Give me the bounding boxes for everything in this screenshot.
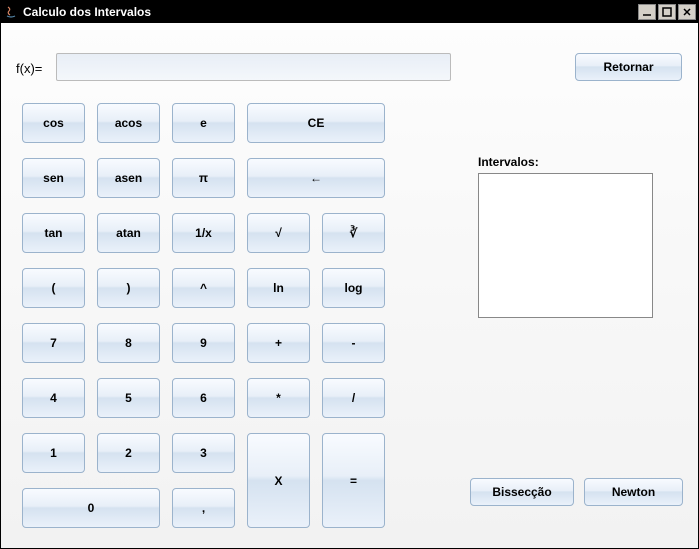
digit-6-button[interactable]: 6 xyxy=(172,378,235,418)
retornar-button[interactable]: Retornar xyxy=(575,53,682,81)
caret-button[interactable]: ^ xyxy=(172,268,235,308)
cbrt-button[interactable]: ∛ xyxy=(322,213,385,253)
digit-4-button[interactable]: 4 xyxy=(22,378,85,418)
intervals-list[interactable] xyxy=(478,173,653,318)
digit-9-button[interactable]: 9 xyxy=(172,323,235,363)
pi-button[interactable]: π xyxy=(172,158,235,198)
sen-button[interactable]: sen xyxy=(22,158,85,198)
acos-button[interactable]: acos xyxy=(97,103,160,143)
close-button[interactable] xyxy=(678,4,696,20)
eq-button[interactable]: = xyxy=(322,433,385,528)
mult-button[interactable]: * xyxy=(247,378,310,418)
sqrt-button[interactable]: √ xyxy=(247,213,310,253)
digit-2-button[interactable]: 2 xyxy=(97,433,160,473)
digit-3-button[interactable]: 3 xyxy=(172,433,235,473)
fx-label: f(x)= xyxy=(16,61,42,76)
java-icon xyxy=(3,4,19,20)
comma-button[interactable]: , xyxy=(172,488,235,528)
digit-0-button[interactable]: 0 xyxy=(22,488,160,528)
rparen-button[interactable]: ) xyxy=(97,268,160,308)
intervals-label: Intervalos: xyxy=(478,155,539,169)
window-title: Calculo dos Intervalos xyxy=(23,5,638,19)
plus-button[interactable]: + xyxy=(247,323,310,363)
cos-button[interactable]: cos xyxy=(22,103,85,143)
newton-button[interactable]: Newton xyxy=(584,478,683,506)
minus-button[interactable]: - xyxy=(322,323,385,363)
div-button[interactable]: / xyxy=(322,378,385,418)
log-button[interactable]: log xyxy=(322,268,385,308)
fx-input[interactable] xyxy=(56,53,451,81)
bisseccao-button[interactable]: Bissecção xyxy=(470,478,574,506)
ln-button[interactable]: ln xyxy=(247,268,310,308)
e-button[interactable]: e xyxy=(172,103,235,143)
digit-7-button[interactable]: 7 xyxy=(22,323,85,363)
lparen-button[interactable]: ( xyxy=(22,268,85,308)
asen-button[interactable]: asen xyxy=(97,158,160,198)
ce-button[interactable]: CE xyxy=(247,103,385,143)
maximize-button[interactable] xyxy=(658,4,676,20)
window-controls xyxy=(638,4,696,20)
back-button[interactable]: ← xyxy=(247,158,385,198)
digit-5-button[interactable]: 5 xyxy=(97,378,160,418)
digit-8-button[interactable]: 8 xyxy=(97,323,160,363)
tan-button[interactable]: tan xyxy=(22,213,85,253)
digit-1-button[interactable]: 1 xyxy=(22,433,85,473)
titlebar: Calculo dos Intervalos xyxy=(1,1,698,23)
content-area: f(x)= Retornar cos acos e CE sen asen π … xyxy=(1,23,698,548)
minimize-button[interactable] xyxy=(638,4,656,20)
x-button[interactable]: X xyxy=(247,433,310,528)
oneoverx-button[interactable]: 1/x xyxy=(172,213,235,253)
atan-button[interactable]: atan xyxy=(97,213,160,253)
app-window: Calculo dos Intervalos f(x)= Retornar co… xyxy=(0,0,699,549)
